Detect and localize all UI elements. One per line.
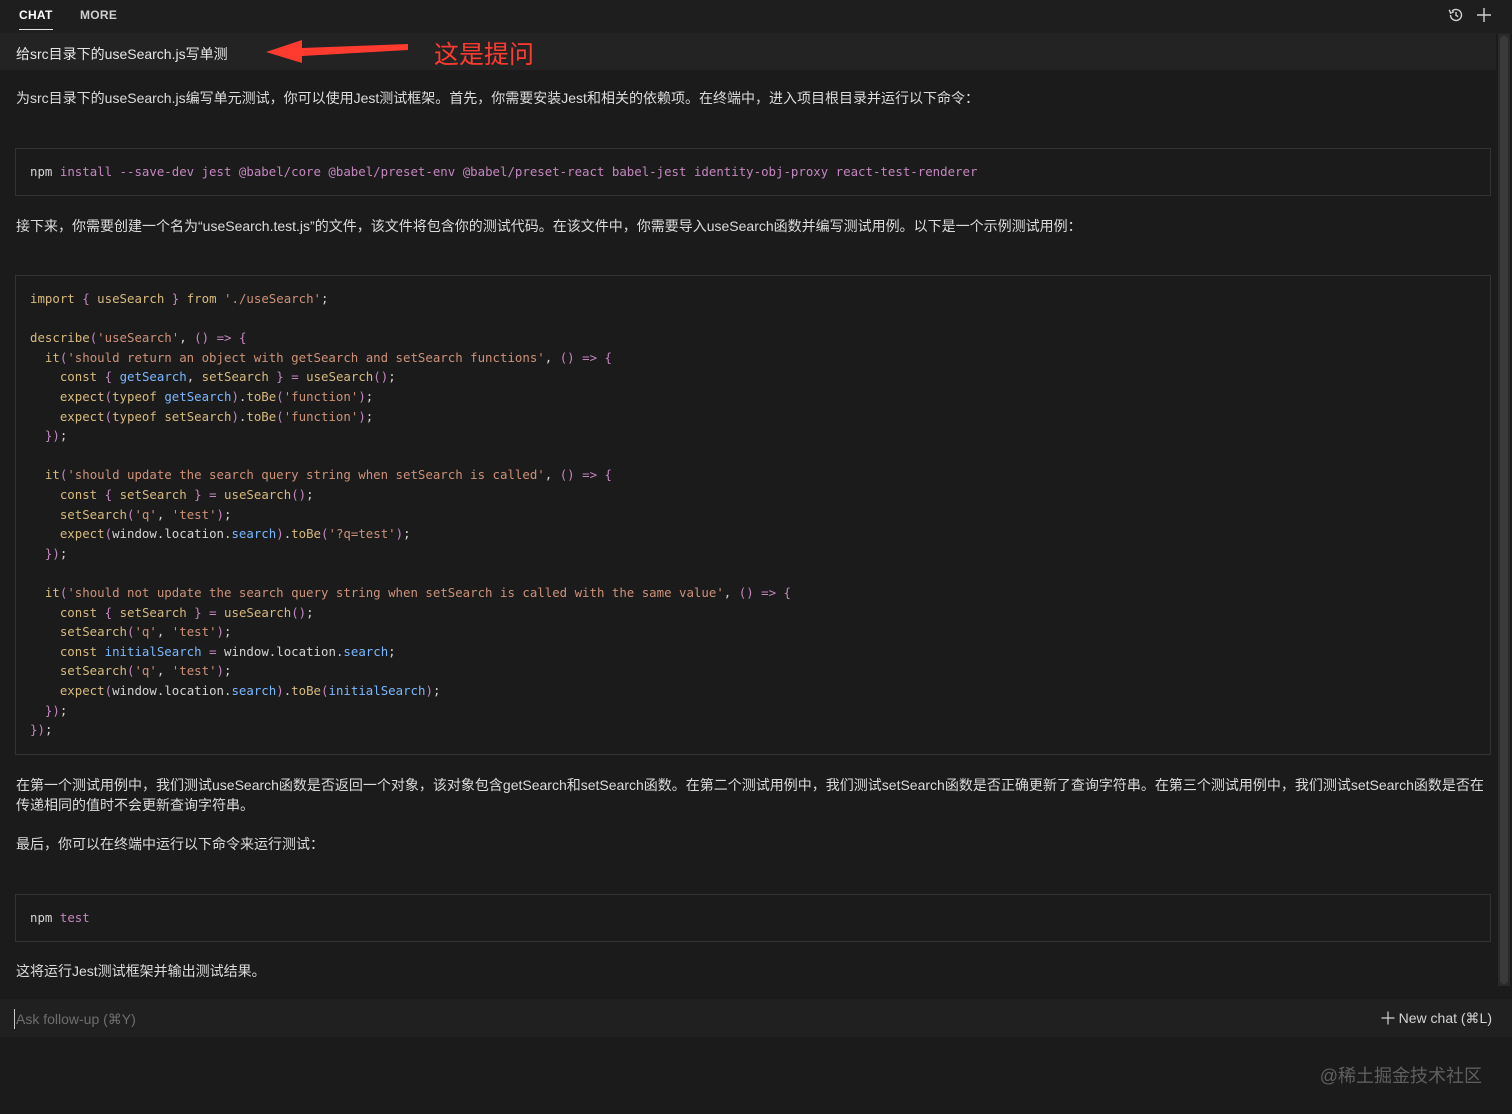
tab-more[interactable]: MORE — [80, 8, 117, 22]
scrollbar-thumb[interactable] — [1500, 36, 1508, 984]
annotation-arrow-icon — [266, 40, 408, 63]
code-line: }); — [44, 545, 68, 561]
test-command-block: npm test — [15, 894, 1491, 942]
code-line: expect(typeof getSearch).toBe('function'… — [59, 389, 374, 404]
code-line: setSearch('q', 'test'); — [59, 506, 232, 522]
code-line: const { setSearch } = useSearch(); — [59, 487, 314, 502]
install-cmd: npm — [30, 164, 53, 179]
code-line: it('should update the search query strin… — [44, 467, 612, 483]
annotation-label: 这是提问 — [434, 41, 535, 69]
install-code-block: npm install --save-dev jest @babel/core … — [15, 148, 1491, 196]
code-line: setSearch('q', 'test'); — [59, 663, 232, 679]
new-chat-label: New chat (⌘L) — [1398, 1010, 1492, 1026]
test-code-block: import { useSearch } from './useSearch';… — [15, 275, 1491, 755]
watermark: @稀土掘金技术社区 — [1319, 1066, 1482, 1086]
code-line: describe('useSearch', () => { — [30, 330, 247, 346]
code-line: expect(window.location.search).toBe('?q=… — [59, 526, 411, 542]
new-chat-button[interactable]: New chat (⌘L) — [1381, 1010, 1492, 1027]
tab-chat[interactable]: CHAT — [19, 8, 53, 30]
code-line: const { setSearch } = useSearch(); — [59, 604, 314, 620]
code-line: const { getSearch, setSearch } = useSear… — [59, 369, 396, 385]
answer-finally: 最后，你可以在终端中运行以下命令来运行测试： — [16, 836, 324, 852]
code-line: }); — [44, 702, 68, 718]
history-icon[interactable] — [1446, 5, 1466, 25]
code-line: }); — [30, 722, 53, 738]
code-line: it('should return an object with getSear… — [44, 349, 612, 365]
top-bar — [0, 0, 1512, 34]
code-line: expect(window.location.search).toBe(init… — [59, 683, 441, 698]
code-line: import { useSearch } from './useSearch'; — [30, 291, 329, 306]
code-line: expect(typeof setSearch).toBe('function'… — [59, 408, 374, 424]
code-line: const initialSearch = window.location.se… — [59, 643, 396, 659]
answer-intro: 为src目录下的useSearch.js编写单元测试，你可以使用Jest测试框架… — [16, 90, 979, 106]
test-command: npm test — [30, 910, 90, 925]
plus-icon[interactable] — [1474, 5, 1494, 25]
user-question: 给src目录下的useSearch.js写单测 — [16, 46, 228, 62]
code-line: setSearch('q', 'test'); — [59, 624, 232, 640]
test-args: test — [59, 910, 90, 925]
plus-icon — [1381, 1011, 1395, 1025]
answer-next: 接下来，你需要创建一个名为“useSearch.test.js”的文件，该文件将… — [16, 218, 1082, 234]
answer-result: 这将运行Jest测试框架并输出测试结果。 — [16, 963, 266, 979]
code-line: it('should not update the search query s… — [44, 585, 791, 600]
install-command: npm install --save-dev jest @babel/core … — [30, 164, 977, 179]
install-args: install --save-dev jest @babel/core @bab… — [59, 164, 978, 179]
followup-input[interactable] — [14, 1009, 916, 1029]
answer-explanation: 在第一个测试用例中，我们测试useSearch函数是否返回一个对象，该对象包含g… — [16, 777, 1484, 813]
test-cmd: npm — [30, 910, 53, 925]
code-line: }); — [44, 428, 68, 444]
